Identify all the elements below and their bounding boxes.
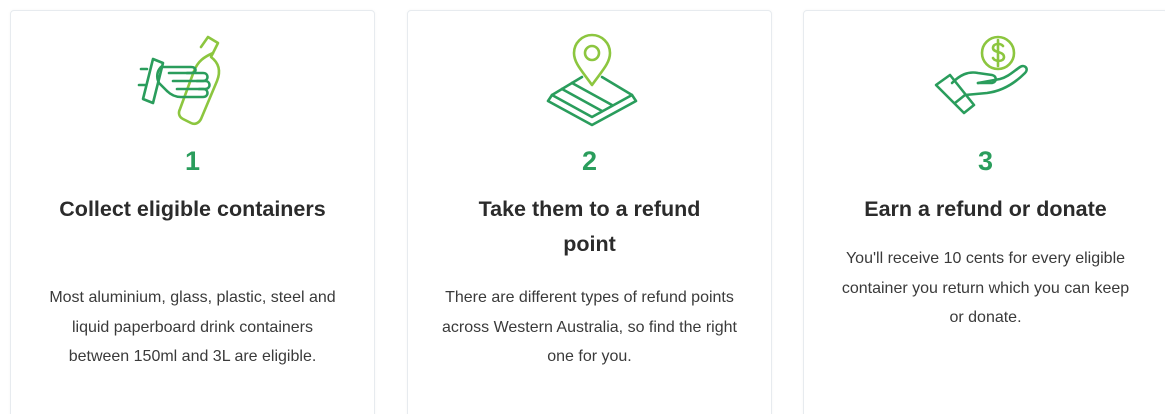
step-description: There are different types of refund poin… [442,289,737,365]
step-description: Most aluminium, glass, plastic, steel an… [49,289,336,365]
step-card-collect: 1 Collect eligible containers Most alumi… [10,10,375,414]
step-card-refund-point: 2 Take them to a refund point There are … [407,10,772,414]
steps-section: 1 Collect eligible containers Most alumi… [0,0,1165,414]
step-card-earn-refund: 3 Earn a refund or donate You'll receive… [803,10,1165,414]
step-description: You'll receive 10 cents for every eligib… [841,250,1130,326]
step-title: Earn a refund or donate [864,197,1107,221]
hand-holding-coin-icon [926,29,1046,135]
hand-holding-bottle-icon [133,29,253,135]
step-number: 1 [184,146,201,176]
step-title: Collect eligible containers [59,197,326,221]
map-location-pin-icon [530,29,650,135]
step-number: 3 [977,146,994,176]
step-number: 2 [581,146,598,176]
step-title: Take them to a refund point [478,197,701,256]
